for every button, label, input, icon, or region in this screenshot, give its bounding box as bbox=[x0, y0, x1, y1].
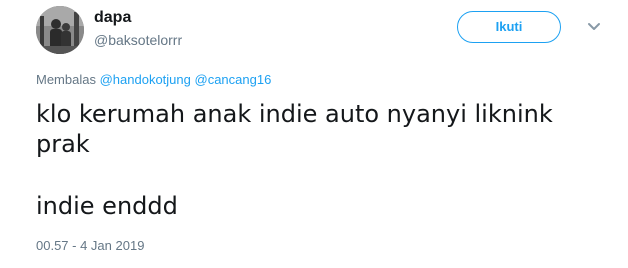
follow-button[interactable]: Ikuti bbox=[457, 11, 561, 43]
mention-link[interactable]: @handokotjung bbox=[100, 72, 191, 87]
author-name[interactable]: dapa bbox=[94, 8, 131, 28]
reply-prefix: Membalas bbox=[36, 72, 96, 87]
reply-context: Membalas @handokotjung @cancang16 bbox=[36, 72, 271, 88]
mention-link[interactable]: @cancang16 bbox=[195, 72, 272, 87]
author-handle[interactable]: @baksotelorrr bbox=[94, 31, 182, 49]
tweet-text: klo kerumah anak indie auto nyanyi likni… bbox=[36, 99, 596, 221]
tweet-text-line: klo kerumah anak indie auto nyanyi likni… bbox=[36, 100, 553, 158]
tweet-text-line: indie enddd bbox=[36, 192, 178, 220]
profile-photo bbox=[36, 6, 84, 54]
avatar[interactable] bbox=[36, 6, 84, 54]
tweet-timestamp[interactable]: 00.57 - 4 Jan 2019 bbox=[36, 238, 144, 254]
chevron-down-icon[interactable] bbox=[584, 16, 604, 36]
